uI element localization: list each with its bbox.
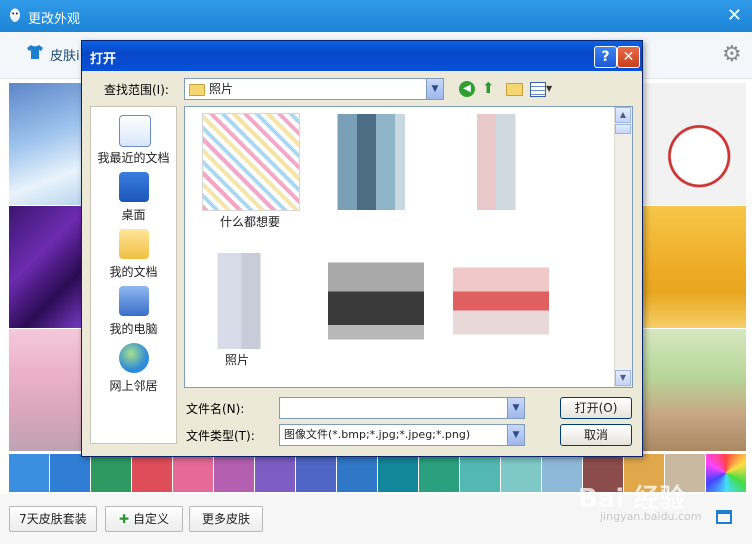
color-swatch[interactable] bbox=[91, 454, 131, 492]
color-picker-swatch[interactable] bbox=[706, 454, 746, 492]
qq-penguin-icon bbox=[8, 8, 22, 24]
new-folder-icon[interactable] bbox=[506, 83, 523, 96]
place-label: 我的文档 bbox=[109, 265, 158, 279]
scroll-down-icon[interactable]: ▼ bbox=[615, 370, 631, 386]
help-button[interactable]: ? bbox=[594, 46, 617, 68]
window-title: 更改外观 bbox=[28, 12, 81, 27]
skin-tile[interactable] bbox=[9, 83, 83, 205]
color-swatch[interactable] bbox=[132, 454, 172, 492]
dialog-close-button[interactable]: ✕ bbox=[617, 46, 640, 68]
open-file-dialog: 打开 ? ✕ 查找范围(I): 照片 ▼ ◀ ⬆ ▼ 我最近的文档 桌面 我的文… bbox=[81, 40, 643, 457]
skin-tile[interactable] bbox=[9, 206, 83, 328]
file-thumbnail[interactable] bbox=[452, 252, 550, 350]
back-icon[interactable]: ◀ bbox=[459, 81, 475, 97]
color-swatch[interactable] bbox=[542, 454, 582, 492]
view-menu-icon[interactable] bbox=[530, 82, 546, 97]
window-mode-icon[interactable] bbox=[716, 510, 732, 524]
filename-combo[interactable]: ▼ bbox=[279, 397, 525, 419]
place-label: 我最近的文档 bbox=[97, 151, 170, 165]
up-folder-icon[interactable]: ⬆ bbox=[482, 80, 498, 97]
file-thumbnail[interactable] bbox=[202, 252, 300, 350]
skin-tile[interactable] bbox=[642, 329, 746, 451]
color-swatch[interactable] bbox=[337, 454, 377, 492]
network-places-icon bbox=[119, 343, 149, 373]
color-swatch[interactable] bbox=[296, 454, 336, 492]
skin-tile[interactable] bbox=[642, 83, 746, 205]
watermark-subtext: jingyan.baidu.com bbox=[600, 510, 702, 523]
my-computer-icon bbox=[119, 286, 149, 316]
color-swatch[interactable] bbox=[255, 454, 295, 492]
folder-icon bbox=[189, 84, 205, 96]
place-label: 网上邻居 bbox=[109, 379, 158, 393]
place-label: 桌面 bbox=[121, 208, 146, 222]
file-thumbnail[interactable] bbox=[327, 252, 425, 350]
dialog-title: 打开 bbox=[90, 52, 117, 67]
filetype-value: 图像文件(*.bmp;*.jpg;*.jpeg;*.png) bbox=[284, 428, 471, 441]
window-close-button[interactable]: ✕ bbox=[727, 5, 742, 26]
tshirt-icon bbox=[26, 44, 44, 63]
file-thumbnail[interactable] bbox=[202, 113, 300, 211]
custom-button-label: 自定义 bbox=[132, 512, 169, 526]
filetype-select[interactable]: 图像文件(*.bmp;*.jpg;*.jpeg;*.png) ▼ bbox=[279, 424, 525, 446]
color-swatch[interactable] bbox=[173, 454, 213, 492]
dialog-titlebar: 打开 ? ✕ bbox=[82, 41, 642, 71]
file-name: 照片 bbox=[224, 353, 249, 367]
color-swatch[interactable] bbox=[460, 454, 500, 492]
file-list: 什么都想要 照片 ▲ ▼ bbox=[184, 106, 633, 388]
skin-tile[interactable] bbox=[642, 206, 746, 328]
lookin-combo[interactable]: 照片 ▼ bbox=[184, 78, 444, 100]
lookin-value: 照片 bbox=[209, 82, 234, 96]
scroll-thumb[interactable] bbox=[615, 124, 631, 134]
color-swatch[interactable] bbox=[419, 454, 459, 492]
file-list-scrollbar[interactable]: ▲ ▼ bbox=[614, 107, 632, 387]
cancel-button[interactable]: 取消 bbox=[560, 424, 632, 446]
view-menu-chevron-icon[interactable]: ▼ bbox=[546, 84, 552, 93]
file-thumbnail[interactable] bbox=[452, 113, 550, 211]
window-titlebar: 更改外观 ✕ bbox=[0, 0, 752, 32]
more-skins-button[interactable]: 更多皮肤 bbox=[189, 506, 263, 532]
color-swatch[interactable] bbox=[9, 454, 49, 492]
file-name: 什么都想要 bbox=[219, 215, 280, 229]
filetype-label: 文件类型(T): bbox=[186, 429, 255, 443]
chevron-down-icon[interactable]: ▼ bbox=[507, 425, 524, 445]
recent-documents-icon bbox=[119, 115, 151, 147]
gear-icon[interactable]: ⚙ bbox=[722, 42, 742, 67]
scroll-up-icon[interactable]: ▲ bbox=[615, 107, 631, 123]
color-swatch[interactable] bbox=[501, 454, 541, 492]
places-bar: 我最近的文档 桌面 我的文档 我的电脑 网上邻居 bbox=[90, 106, 177, 444]
plus-icon: ✚ bbox=[119, 512, 130, 526]
desktop-icon bbox=[119, 172, 149, 202]
color-swatch[interactable] bbox=[50, 454, 90, 492]
file-thumbnail[interactable] bbox=[327, 113, 425, 211]
chevron-down-icon[interactable]: ▼ bbox=[426, 79, 443, 99]
skin-tile[interactable] bbox=[9, 329, 83, 451]
color-swatch[interactable] bbox=[214, 454, 254, 492]
filename-label: 文件名(N): bbox=[186, 402, 245, 416]
my-documents-folder-icon bbox=[119, 229, 149, 259]
lookin-label: 查找范围(I): bbox=[104, 83, 169, 97]
custom-button[interactable]: ✚ 自定义 bbox=[105, 506, 183, 532]
color-swatch[interactable] bbox=[378, 454, 418, 492]
tab-skin[interactable]: 皮肤i bbox=[50, 45, 80, 64]
skin-suit-button[interactable]: 7天皮肤套装 bbox=[9, 506, 97, 532]
open-button[interactable]: 打开(O) bbox=[560, 397, 632, 419]
chevron-down-icon[interactable]: ▼ bbox=[507, 398, 524, 418]
place-label: 我的电脑 bbox=[109, 322, 158, 336]
